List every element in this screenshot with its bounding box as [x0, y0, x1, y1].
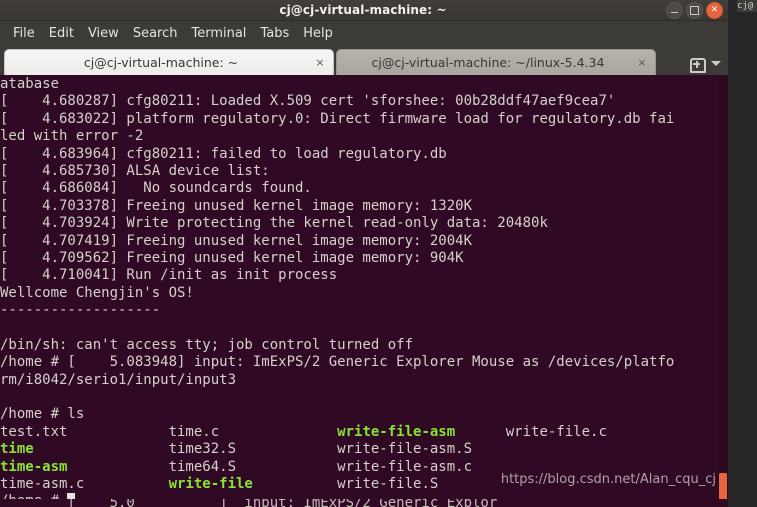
terminal-scrollbar-thumb[interactable] — [719, 473, 727, 499]
terminal-line: /bin/sh: can't access tty; job control t… — [0, 336, 414, 353]
terminal-line: [ 4.686084] No soundcards found. — [0, 180, 312, 197]
terminal-line: /home # ls — [0, 406, 85, 423]
maximize-icon — [690, 5, 699, 15]
tab-linux-source-label: cj@cj-virtual-machine: ~/linux-5.4.34 — [371, 55, 605, 70]
menu-item-view[interactable]: View — [81, 24, 126, 43]
terminal-ls-row: test.txt time.c write-file-asm write-fil… — [0, 424, 728, 441]
maximize-button[interactable] — [686, 1, 703, 19]
close-button[interactable]: ✕ — [706, 1, 723, 19]
terminal-ls-row: time time32.S write-file-asm.S — [0, 441, 728, 458]
terminal-cursor — [67, 493, 76, 499]
terminal-line: [ 4.710041] Run /init as init process — [0, 267, 338, 284]
chevron-down-icon[interactable] — [711, 61, 721, 66]
terminal-line: [ 4.685730] ALSA device list: — [0, 162, 270, 179]
minimize-icon — [671, 11, 678, 13]
background-window-titlebar-fragment: cj@ — [737, 0, 757, 12]
terminal-line: atabase — [0, 76, 60, 92]
terminal-window: cj@cj-virtual-machine: ~ ✕ File Edit Vie… — [0, 0, 728, 499]
new-tab-icon[interactable] — [689, 56, 706, 73]
terminal-line: [ 4.703378] Freeing unused kernel image … — [0, 197, 473, 214]
terminal-line: ------------------- — [0, 302, 161, 319]
ls-entry: write-file-asm.S — [337, 441, 473, 458]
window-title: cj@cj-virtual-machine: ~ — [279, 3, 447, 17]
menu-item-terminal[interactable]: Terminal — [184, 24, 253, 43]
terminal-line: [ 4.707419] Freeing unused kernel image … — [0, 232, 473, 249]
ls-entry: time-asm — [0, 458, 169, 475]
watermark: https://blog.csdn.net/Alan_cqu_cj — [500, 472, 716, 487]
menu-item-help[interactable]: Help — [296, 24, 340, 43]
terminal-output: atabase[ 4.680287] cfg80211: Loaded X.50… — [0, 75, 728, 499]
tab-linux-source[interactable]: cj@cj-virtual-machine: ~/linux-5.4.34 × — [336, 49, 656, 75]
ls-entry: write-file.S — [337, 475, 439, 492]
terminal-line: rm/i8042/serio1/input/input3 — [0, 371, 237, 388]
ls-entry: time — [0, 441, 169, 458]
ls-entry: time-asm.c — [0, 475, 169, 492]
terminal-scrollbar[interactable] — [718, 75, 728, 499]
terminal-line: [ 4.709562] Freeing unused kernel image … — [0, 249, 464, 266]
tab-linux-source-close-icon[interactable]: × — [635, 56, 649, 70]
terminal-line: Wellcome Chengjin's OS! — [0, 284, 194, 301]
menubar: File Edit View Search Terminal Tabs Help — [0, 21, 728, 45]
tab-home[interactable]: cj@cj-virtual-machine: ~ × — [4, 49, 334, 75]
menu-item-file[interactable]: File — [6, 24, 42, 43]
ls-entry: write-file-asm.c — [337, 458, 473, 475]
terminal-line: [ 4.703924] Write protecting the kernel … — [0, 215, 548, 232]
background-window-right-edge — [728, 0, 757, 507]
ls-entry: write-file.c — [505, 423, 607, 440]
close-icon: ✕ — [710, 4, 719, 15]
background-window-bottom-strip: [ 5.0 ] input: ImExPS/2 Generic Explor — [0, 499, 728, 507]
window-controls: ✕ — [666, 1, 728, 19]
terminal-body[interactable]: atabase[ 4.680287] cfg80211: Loaded X.50… — [0, 75, 728, 499]
shell-prompt: /home # — [0, 493, 67, 499]
ls-entry: time.c — [168, 423, 338, 440]
menu-item-tabs[interactable]: Tabs — [253, 24, 296, 43]
ls-entry: write-file — [168, 475, 338, 492]
tab-home-label: cj@cj-virtual-machine: ~ — [83, 55, 239, 70]
ls-entry: time64.S — [168, 458, 338, 475]
ls-entry: write-file-asm — [337, 423, 506, 440]
minimize-button[interactable] — [666, 1, 683, 19]
terminal-line: [ 4.680287] cfg80211: Loaded X.509 cert … — [0, 93, 616, 110]
menu-item-search[interactable]: Search — [126, 24, 185, 43]
terminal-line: [ 4.683022] platform regulatory.0: Direc… — [0, 110, 675, 127]
terminal-line: /home # [ 5.083948] input: ImExPS/2 Gene… — [0, 354, 675, 371]
background-window-bottom-text: [ 5.0 ] input: ImExPS/2 Generic Explor — [0, 499, 498, 507]
menu-item-edit[interactable]: Edit — [42, 24, 81, 43]
background-window-title-text: cj@ — [737, 1, 754, 11]
tabbar: cj@cj-virtual-machine: ~ × cj@cj-virtual… — [0, 45, 728, 75]
window-titlebar[interactable]: cj@cj-virtual-machine: ~ ✕ — [0, 0, 728, 21]
tabbar-controls — [683, 56, 728, 75]
ls-entry: time32.S — [168, 441, 338, 458]
tab-home-close-icon[interactable]: × — [313, 56, 327, 70]
terminal-line: led with error -2 — [0, 128, 144, 145]
ls-entry: test.txt — [0, 423, 169, 440]
terminal-prompt-line: /home # — [0, 493, 728, 499]
terminal-line: [ 4.683964] cfg80211: failed to load reg… — [0, 145, 447, 162]
